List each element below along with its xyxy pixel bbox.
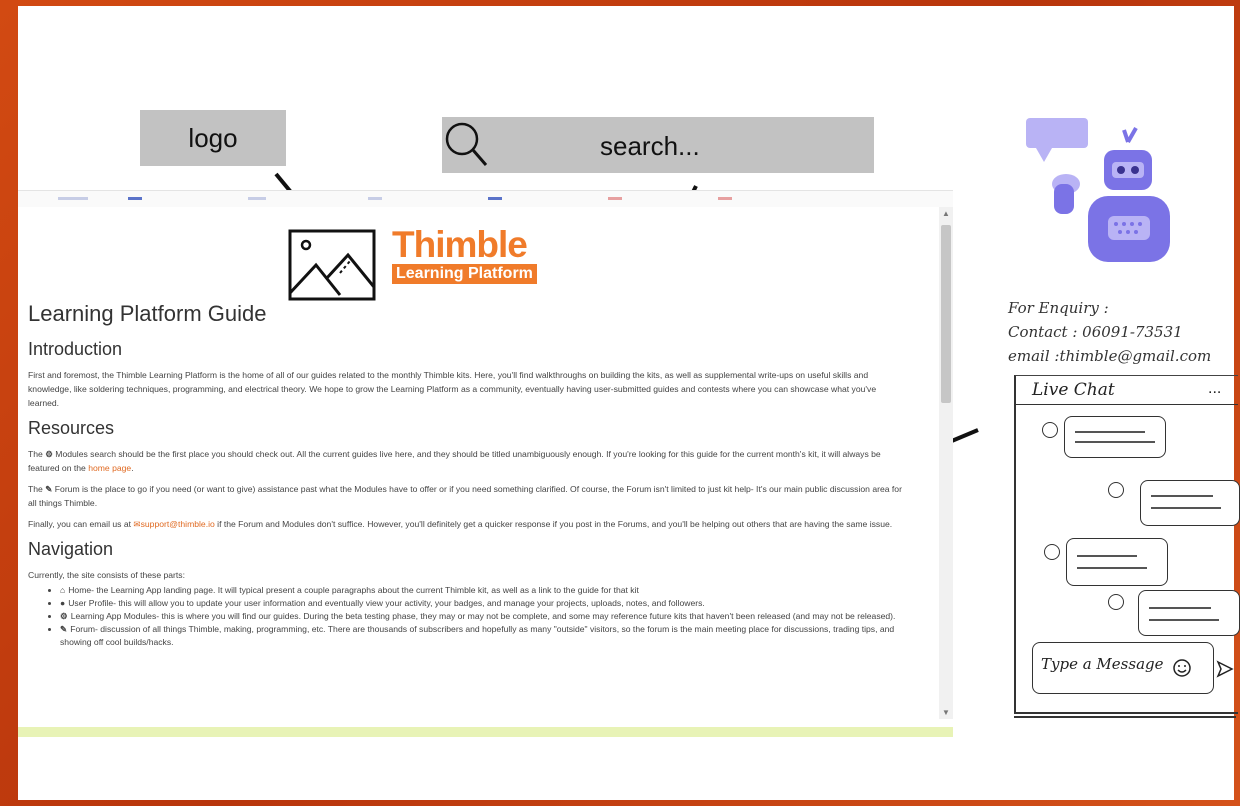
navigation-list: ⌂Home- the Learning App landing page. It… (28, 584, 908, 649)
intro-heading: Introduction (28, 339, 123, 359)
navigation-item-text: User Profile- this will allow you to upd… (68, 598, 705, 608)
navigation-item-text: Forum- discussion of all things Thimble,… (60, 624, 895, 647)
resources-paragraph-modules: The ⚙ Modules search should be the first… (28, 449, 881, 473)
scrollbar[interactable]: ▲ ▼ (939, 207, 953, 719)
navigation-list-item: ●User Profile- this will allow you to up… (60, 597, 908, 610)
wireframe-board: logo search... Thimble Learning Platform… (18, 6, 1240, 800)
image-placeholder-icon (288, 229, 376, 301)
contact-email[interactable]: email :thimble@gmail.com (1008, 344, 1234, 368)
avatar (1108, 482, 1124, 498)
scroll-down-icon[interactable]: ▼ (942, 708, 950, 717)
chat-header: Live Chat ... (1016, 376, 1238, 405)
navigation-heading: Navigation (28, 539, 114, 559)
forum-icon: ✎ (60, 624, 68, 634)
contact-info: For Enquiry : Contact : 06091-73531 emai… (1008, 296, 1234, 368)
send-icon[interactable] (1216, 660, 1234, 678)
avatar (1044, 544, 1060, 560)
navigation-intro: Currently, the site consists of these pa… (28, 570, 185, 580)
home-icon: ⌂ (60, 585, 66, 595)
modules-icon: ⚙ (45, 449, 53, 459)
chatbot-robot-icon[interactable] (1018, 112, 1178, 272)
chat-input-placeholder: Type a Message (1041, 655, 1164, 673)
navigation-list-item: ⌂Home- the Learning App landing page. It… (60, 584, 908, 597)
slide-frame: logo search... Thimble Learning Platform… (0, 0, 1240, 806)
search-icon (445, 122, 488, 166)
logo-annotation-label: logo (188, 122, 238, 153)
chat-title: Live Chat (1032, 380, 1115, 400)
mail-icon: ✉ (133, 519, 141, 529)
user-icon: ● (60, 598, 66, 608)
chat-bubble-incoming (1066, 538, 1168, 586)
scrollbar-thumb[interactable] (941, 225, 951, 403)
chat-bubble-outgoing (1138, 590, 1240, 636)
avatar (1042, 422, 1058, 438)
search-placeholder: search... (600, 131, 700, 161)
scroll-up-icon[interactable]: ▲ (942, 209, 950, 218)
contact-number[interactable]: Contact : 06091-73531 (1008, 320, 1234, 344)
navigation-list-item: ⚙Learning App Modules- this is where you… (60, 610, 908, 623)
website-screenshot: Thimble Learning Platform Learning Platf… (18, 190, 953, 737)
browser-status-bar (18, 727, 953, 737)
browser-toolbar-strip (18, 191, 953, 207)
brand-logo[interactable]: Thimble Learning Platform (392, 226, 537, 284)
live-chat-widget: Live Chat ... Type a Message (1014, 375, 1240, 714)
resources-heading: Resources (28, 418, 115, 438)
navigation-item-text: Learning App Modules- this is where you … (70, 611, 896, 621)
logo-annotation-box: logo (140, 110, 286, 166)
emoji-icon[interactable] (1172, 658, 1192, 678)
support-email-link[interactable]: ✉support@thimble.io (133, 519, 214, 529)
brand-name: Thimble (392, 224, 528, 265)
resources-paragraph-forum: The ✎ Forum is the place to go if you ne… (28, 484, 902, 508)
chat-more-icon[interactable]: ... (1208, 380, 1221, 398)
avatar (1108, 594, 1124, 610)
brand-subtitle: Learning Platform (392, 264, 537, 284)
home-page-link[interactable]: home page (88, 463, 131, 473)
modules-icon: ⚙ (60, 611, 68, 621)
page-title: Learning Platform Guide (28, 301, 267, 326)
search-bar[interactable]: search... (442, 117, 874, 173)
resources-paragraph-email: Finally, you can email us at ✉support@th… (28, 519, 893, 529)
chat-bubble-incoming (1064, 416, 1166, 458)
navigation-list-item: ✎Forum- discussion of all things Thimble… (60, 623, 908, 649)
enquiry-label: For Enquiry : (1008, 299, 1109, 317)
guide-content: Learning Platform Guide Introduction Fir… (28, 301, 908, 649)
navigation-item-text: Home- the Learning App landing page. It … (68, 585, 639, 595)
intro-paragraph: First and foremost, the Thimble Learning… (28, 370, 877, 408)
chat-bubble-outgoing (1140, 480, 1240, 526)
chat-widget-bottom-edge (1014, 712, 1236, 718)
